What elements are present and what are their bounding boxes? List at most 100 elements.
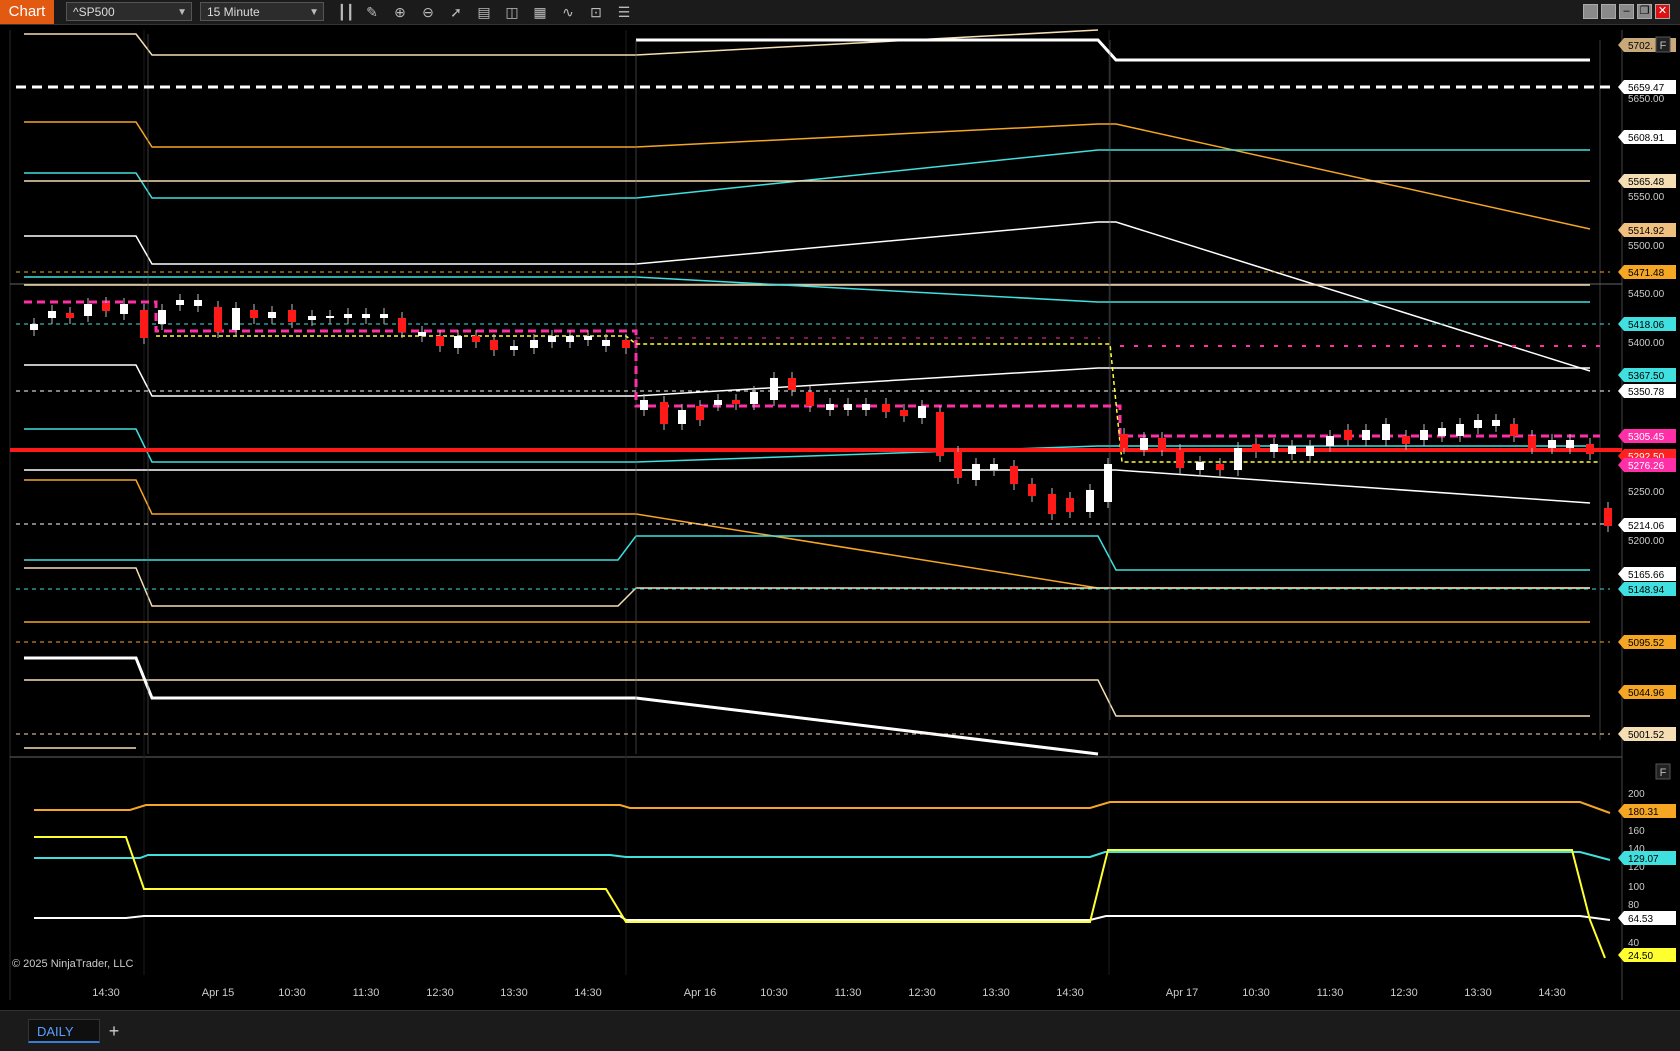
candle-body — [1158, 438, 1166, 450]
pivot-step-line — [24, 121, 1591, 230]
time-tick-label: 10:30 — [1242, 987, 1270, 999]
add-tab-button[interactable]: + — [104, 1019, 124, 1043]
price-marker-label: 5148.94 — [1628, 585, 1665, 596]
price-marker: 5471.48 — [1618, 265, 1676, 279]
candle-body — [84, 304, 92, 316]
candle-body — [344, 314, 352, 318]
strategies-icon[interactable]: ∿ — [558, 3, 578, 21]
pointer-icon[interactable]: ➚ — [446, 3, 466, 21]
candle-body — [584, 336, 592, 340]
list-icon[interactable]: ☰ — [614, 3, 634, 21]
price-chart[interactable]: 5650.00 5550.00 5500.00 5450.00 5400.00 5250.… — [0, 24, 1680, 1004]
indicator-panel-button[interactable]: F — [1655, 763, 1671, 780]
chart-tab[interactable]: Chart — [0, 0, 54, 24]
price-marker: 5418.06 — [1618, 317, 1676, 331]
price-tick-label: 5250.00 — [1628, 487, 1665, 498]
candle-body — [1344, 430, 1352, 440]
candle-body — [30, 324, 38, 330]
candle-body — [900, 410, 908, 416]
interval-selector[interactable]: 15 Minute ▼ — [200, 2, 324, 21]
candle-body — [288, 310, 296, 322]
pivot-step-line — [24, 29, 1099, 56]
price-marker-label: 5608.91 — [1628, 133, 1665, 144]
price-marker: 5214.06 — [1618, 518, 1676, 532]
candle-body — [1438, 428, 1446, 436]
price-marker-label: 5214.06 — [1628, 521, 1665, 532]
price-marker: 5276.26 — [1618, 458, 1676, 472]
window-tile-icon[interactable] — [1583, 4, 1598, 19]
maximize-icon[interactable]: ❐ — [1637, 4, 1652, 19]
candle-body — [732, 400, 740, 404]
price-marker-label: 5305.45 — [1628, 432, 1665, 443]
dashed-levels — [16, 85, 1610, 735]
properties-icon[interactable]: ◫ — [502, 3, 522, 21]
candle-body — [1566, 440, 1574, 448]
window-tile-icon[interactable] — [1601, 4, 1616, 19]
time-tick-label: 12:30 — [1390, 987, 1418, 999]
price-marker: 5659.47 — [1618, 80, 1676, 94]
price-marker: 5165.66 — [1618, 567, 1676, 581]
bar-type-icon[interactable]: ┃┃ — [336, 3, 356, 21]
candle-body — [1270, 444, 1278, 452]
candle-body — [140, 310, 148, 338]
time-tick-label: 14:30 — [1056, 987, 1084, 999]
candlesticks — [30, 294, 1612, 532]
indicator-marker: 180.31 — [1618, 804, 1676, 818]
candle-body — [1288, 446, 1296, 454]
data-box-icon[interactable]: ▤ — [474, 3, 494, 21]
zoom-out-icon[interactable]: ⊖ — [418, 3, 438, 21]
pivot-step-line — [24, 428, 1590, 463]
tab-daily[interactable]: DAILY — [28, 1019, 100, 1043]
time-tick-label: Apr 17 — [1166, 987, 1198, 999]
copyright-text: © 2025 NinjaTrader, LLC — [12, 958, 134, 970]
candle-body — [1420, 430, 1428, 440]
price-tick-label: 5550.00 — [1628, 192, 1665, 203]
candle-body — [696, 406, 704, 420]
time-tick-label: 14:30 — [92, 987, 120, 999]
candle-body — [918, 406, 926, 418]
candle-body — [1362, 430, 1370, 440]
time-tick-label: 10:30 — [760, 987, 788, 999]
indicator-marker: 64.53 — [1618, 911, 1676, 925]
chevron-down-icon: ▼ — [177, 7, 187, 18]
price-marker-label: 5702. — [1628, 41, 1653, 52]
candle-body — [418, 332, 426, 336]
price-marker-label: 5095.52 — [1628, 638, 1665, 649]
zoom-in-icon[interactable]: ⊕ — [390, 3, 410, 21]
price-tick-label: 5400.00 — [1628, 338, 1665, 349]
price-marker-label: 5514.92 — [1628, 226, 1665, 237]
candle-body — [990, 464, 998, 470]
candle-body — [806, 392, 814, 406]
candle-body — [954, 452, 962, 478]
candle-body — [1382, 424, 1390, 440]
indicator-marker: 24.50 — [1618, 948, 1676, 962]
indicator-tick-label: 40 — [1628, 938, 1640, 949]
close-icon[interactable]: ✕ — [1655, 4, 1670, 19]
indicator-orange-line — [34, 801, 1611, 814]
candle-body — [1048, 494, 1056, 514]
indicator-tick-label: 200 — [1628, 789, 1645, 800]
candle-body — [788, 378, 796, 390]
minimize-icon[interactable]: – — [1619, 4, 1634, 19]
pivot-step-line — [24, 656, 1099, 756]
indicator-panel — [34, 801, 1611, 959]
price-marker-label: 5418.06 — [1628, 320, 1665, 331]
price-panel-button[interactable]: F — [1655, 36, 1671, 53]
chart-toolbar: Chart ^SP500 ▼ 15 Minute ▼ ┃┃ ✎ ⊕ ⊖ ➚ ▤ … — [0, 0, 1680, 25]
price-tick-label: 5650.00 — [1628, 94, 1665, 105]
pencil-icon[interactable]: ✎ — [362, 3, 382, 21]
price-marker-label: 5165.66 — [1628, 570, 1665, 581]
pivot-step-line — [636, 38, 1590, 62]
indicators-icon[interactable]: ⊡ — [586, 3, 606, 21]
price-marker: 5565.48 — [1618, 174, 1676, 188]
bottom-tab-bar: DAILY + — [0, 1010, 1680, 1051]
candle-body — [158, 310, 166, 324]
candle-body — [566, 336, 574, 342]
price-tick-label: 5200.00 — [1628, 536, 1665, 547]
price-marker: 5001.52 — [1618, 727, 1676, 741]
templates-icon[interactable]: ▦ — [530, 3, 550, 21]
time-tick-label: 11:30 — [353, 987, 380, 999]
candle-body — [1234, 448, 1242, 470]
instrument-selector[interactable]: ^SP500 ▼ — [66, 2, 192, 21]
price-marker: 5350.78 — [1618, 384, 1676, 398]
